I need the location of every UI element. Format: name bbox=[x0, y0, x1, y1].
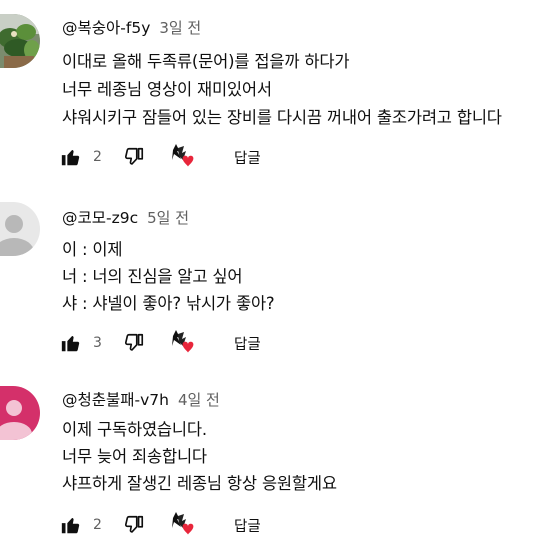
comment-item: @복숭아-f5y 3일 전 이대로 올해 두족류(문어)를 접을까 하다가 너무… bbox=[0, 0, 560, 180]
comment-text-line: 샤프하게 잘생긴 레종님 항상 응원할게요 bbox=[62, 474, 337, 493]
like-count: 3 bbox=[93, 335, 102, 351]
comment-meta: @청춘불패-v7h 4일 전 bbox=[62, 388, 220, 410]
creator-heart-badge bbox=[168, 143, 198, 171]
thumbs-down-icon bbox=[124, 333, 144, 351]
thumbs-up-icon bbox=[61, 150, 80, 166]
dislike-button[interactable] bbox=[123, 329, 145, 357]
thumbs-down-icon bbox=[124, 147, 144, 165]
comment-actions: 2 답글 bbox=[60, 143, 540, 171]
comment-item: @청춘불패-v7h 4일 전 이제 구독하였습니다. 너무 늦어 죄송합니다 샤… bbox=[0, 372, 560, 560]
like-button[interactable] bbox=[60, 511, 82, 539]
thumbs-down-icon bbox=[124, 515, 144, 533]
creator-heart-badge bbox=[168, 329, 198, 357]
default-user-avatar[interactable] bbox=[0, 202, 40, 256]
comment-text-line: 너 : 너의 진심을 알고 싶어 bbox=[62, 267, 243, 286]
dislike-button[interactable] bbox=[123, 511, 145, 539]
comment-text-line: 너무 늦어 죄송합니다 bbox=[62, 447, 207, 466]
creator-heart-icon bbox=[172, 330, 194, 353]
comment-actions: 2 답글 bbox=[60, 511, 540, 539]
thumbs-up-icon bbox=[61, 336, 80, 352]
author-name[interactable]: @청춘불패-v7h bbox=[62, 391, 169, 409]
comment-text-line: 너무 레종님 영상이 재미있어서 bbox=[62, 80, 272, 99]
pink-user-avatar[interactable] bbox=[0, 386, 40, 440]
like-button[interactable] bbox=[60, 329, 82, 357]
comment-text-line: 샤 : 샤넬이 좋아? 낚시가 좋아? bbox=[62, 294, 275, 313]
reply-button[interactable]: 답글 bbox=[234, 143, 261, 171]
thumbs-up-icon bbox=[61, 518, 80, 534]
like-button[interactable] bbox=[60, 143, 82, 171]
reply-button[interactable]: 답글 bbox=[234, 511, 261, 539]
creator-heart-icon bbox=[172, 144, 194, 167]
comment-meta: @코모-z9c 5일 전 bbox=[62, 206, 189, 228]
comment-time[interactable]: 3일 전 bbox=[159, 19, 201, 37]
comment-time[interactable]: 5일 전 bbox=[147, 209, 189, 227]
comment-text-line: 이 : 이제 bbox=[62, 240, 123, 259]
comment-text-line: 이대로 올해 두족류(문어)를 접을까 하다가 bbox=[62, 52, 350, 71]
author-name[interactable]: @복숭아-f5y bbox=[62, 19, 150, 37]
creator-heart-badge bbox=[168, 511, 198, 539]
author-name[interactable]: @코모-z9c bbox=[62, 209, 138, 227]
comment-meta: @복숭아-f5y 3일 전 bbox=[62, 16, 201, 38]
comment-text-line: 샤워시키구 잠들어 있는 장비를 다시끔 꺼내어 출조가려고 합니다 bbox=[62, 108, 502, 127]
like-count: 2 bbox=[93, 517, 102, 533]
reply-button[interactable]: 답글 bbox=[234, 329, 261, 357]
comment-time[interactable]: 4일 전 bbox=[178, 391, 220, 409]
like-count: 2 bbox=[93, 149, 102, 165]
creator-heart-icon bbox=[172, 512, 194, 535]
comment-item: @코모-z9c 5일 전 이 : 이제 너 : 너의 진심을 알고 싶어 샤 :… bbox=[0, 188, 560, 368]
comment-actions: 3 답글 bbox=[60, 329, 540, 357]
dislike-button[interactable] bbox=[123, 143, 145, 171]
plant-photo-avatar[interactable] bbox=[0, 14, 40, 68]
comment-text-line: 이제 구독하였습니다. bbox=[62, 420, 207, 439]
